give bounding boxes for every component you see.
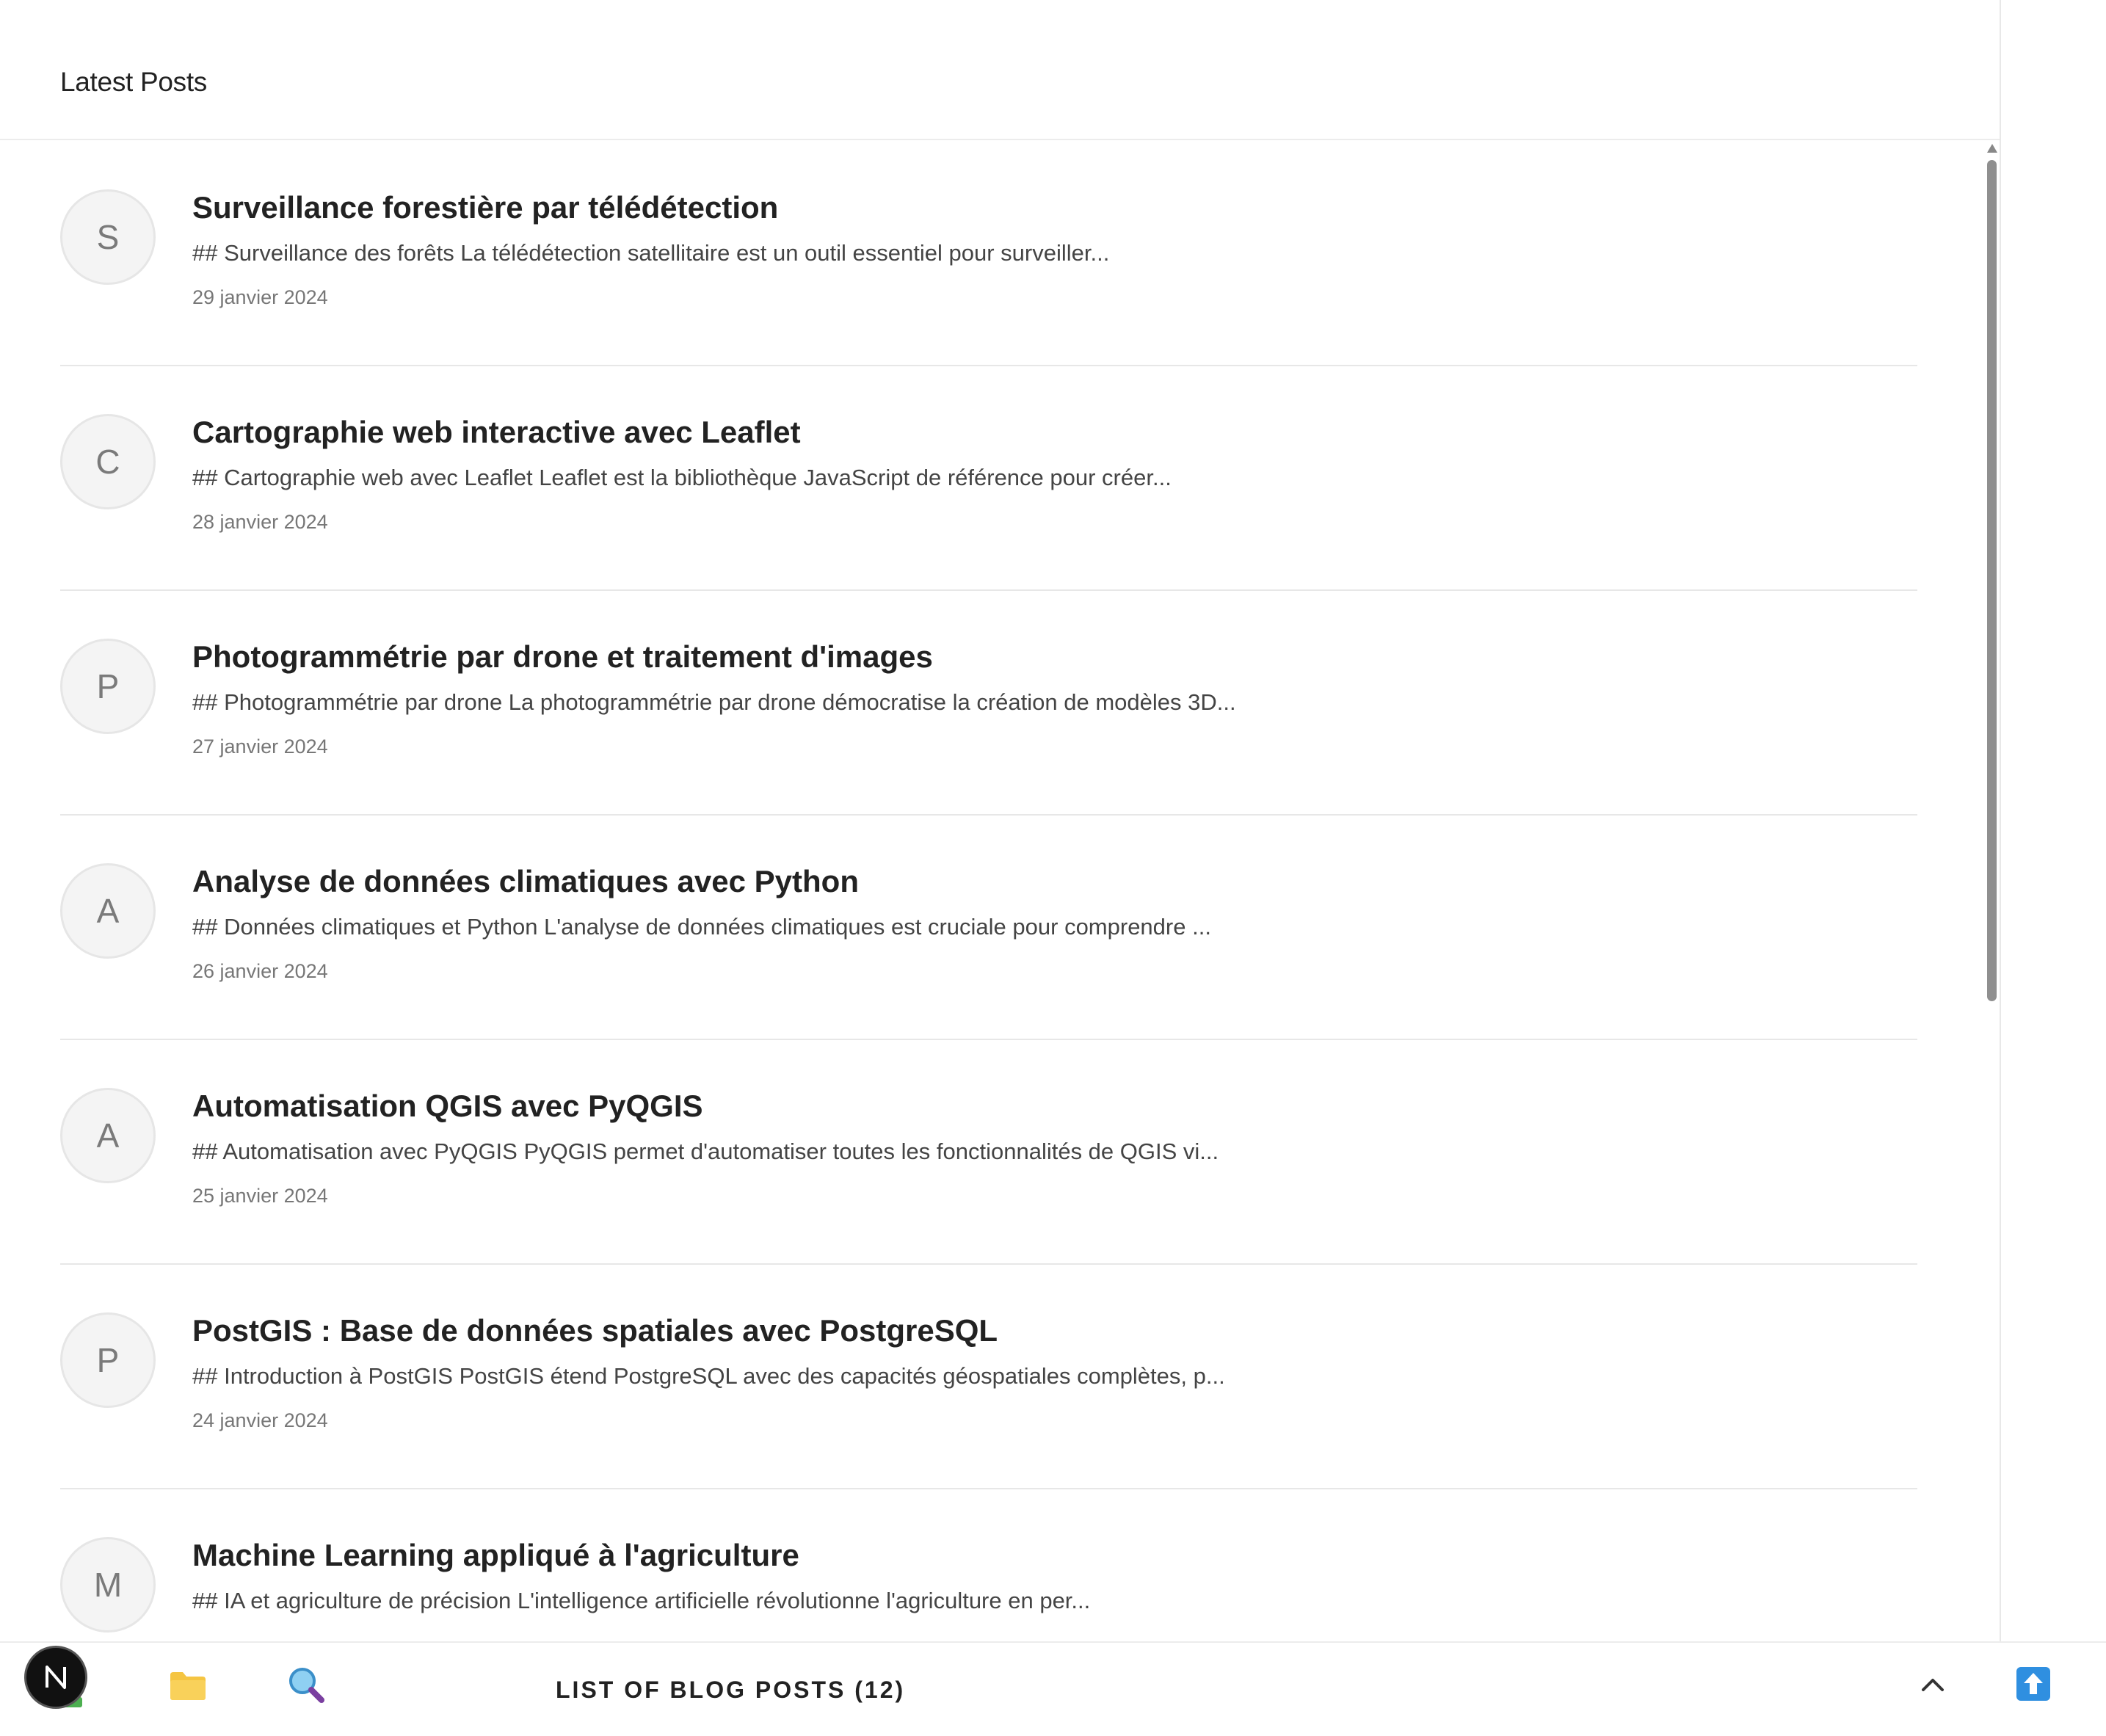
post-excerpt: ## Photogrammétrie par drone La photogra… <box>192 689 1236 715</box>
post-title[interactable]: Surveillance forestière par télédétectio… <box>192 190 778 225</box>
posts-panel: Latest Posts S Surveillance forestière p… <box>0 0 2001 1641</box>
post-avatar: A <box>60 1088 156 1183</box>
post-list: S Surveillance forestière par télédétect… <box>60 142 1917 1641</box>
post-excerpt: ## Introduction à PostGIS PostGIS étend … <box>192 1363 1225 1389</box>
post-item[interactable]: C Cartographie web interactive avec Leaf… <box>60 366 1917 591</box>
folder-icon[interactable] <box>167 1665 208 1706</box>
post-date: 25 janvier 2024 <box>192 1185 328 1207</box>
post-title[interactable]: Cartographie web interactive avec Leafle… <box>192 415 801 450</box>
post-date: 24 janvier 2024 <box>192 1409 328 1431</box>
post-excerpt: ## Automatisation avec PyQGIS PyQGIS per… <box>192 1138 1219 1164</box>
post-avatar: M <box>60 1537 156 1633</box>
post-avatar: S <box>60 189 156 285</box>
post-item[interactable]: M Machine Learning appliqué à l'agricult… <box>60 1489 1917 1641</box>
post-avatar: P <box>60 1312 156 1408</box>
post-item[interactable]: A Automatisation QGIS avec PyQGIS ## Aut… <box>60 1040 1917 1265</box>
post-date: 28 janvier 2024 <box>192 511 328 533</box>
post-avatar: C <box>60 414 156 509</box>
post-title[interactable]: Machine Learning appliqué à l'agricultur… <box>192 1538 799 1573</box>
upload-arrow-icon[interactable] <box>2015 1666 2052 1702</box>
chevron-up-icon[interactable] <box>1916 1668 1950 1702</box>
post-excerpt: ## Surveillance des forêts La télédétect… <box>192 240 1110 266</box>
post-date: 29 janvier 2024 <box>192 286 328 308</box>
post-avatar: P <box>60 639 156 734</box>
post-excerpt: ## Cartographie web avec Leaflet Leaflet… <box>192 465 1172 490</box>
taskbar: LIST OF BLOG POSTS (12) <box>0 1641 2106 1736</box>
post-excerpt: ## IA et agriculture de précision L'inte… <box>192 1588 1091 1613</box>
post-item[interactable]: P PostGIS : Base de données spatiales av… <box>60 1265 1917 1489</box>
post-date: 27 janvier 2024 <box>192 736 328 758</box>
panel-title: Latest Posts <box>60 67 208 97</box>
post-item[interactable]: A Analyse de données climatiques avec Py… <box>60 816 1917 1040</box>
post-item[interactable]: P Photogrammétrie par drone et traitemen… <box>60 591 1917 816</box>
post-title[interactable]: Automatisation QGIS avec PyQGIS <box>192 1089 703 1124</box>
magnifier-icon[interactable] <box>285 1663 327 1706</box>
next-logo-icon[interactable] <box>24 1646 87 1709</box>
post-avatar: A <box>60 863 156 959</box>
scroll-up-arrow-icon[interactable] <box>1987 144 1997 153</box>
post-excerpt: ## Données climatiques et Python L'analy… <box>192 914 1211 940</box>
post-item[interactable]: S Surveillance forestière par télédétect… <box>60 142 1917 366</box>
taskbar-title: LIST OF BLOG POSTS (12) <box>556 1677 906 1703</box>
post-title[interactable]: Analyse de données climatiques avec Pyth… <box>192 864 859 899</box>
post-title[interactable]: PostGIS : Base de données spatiales avec… <box>192 1313 998 1348</box>
scrollbar[interactable] <box>1985 144 2000 1641</box>
post-date: 26 janvier 2024 <box>192 960 328 982</box>
panel-header: Latest Posts <box>0 0 2000 140</box>
post-title[interactable]: Photogrammétrie par drone et traitement … <box>192 639 933 675</box>
page: Latest Posts S Surveillance forestière p… <box>0 0 2106 1736</box>
scrollbar-thumb[interactable] <box>1987 160 1997 1001</box>
